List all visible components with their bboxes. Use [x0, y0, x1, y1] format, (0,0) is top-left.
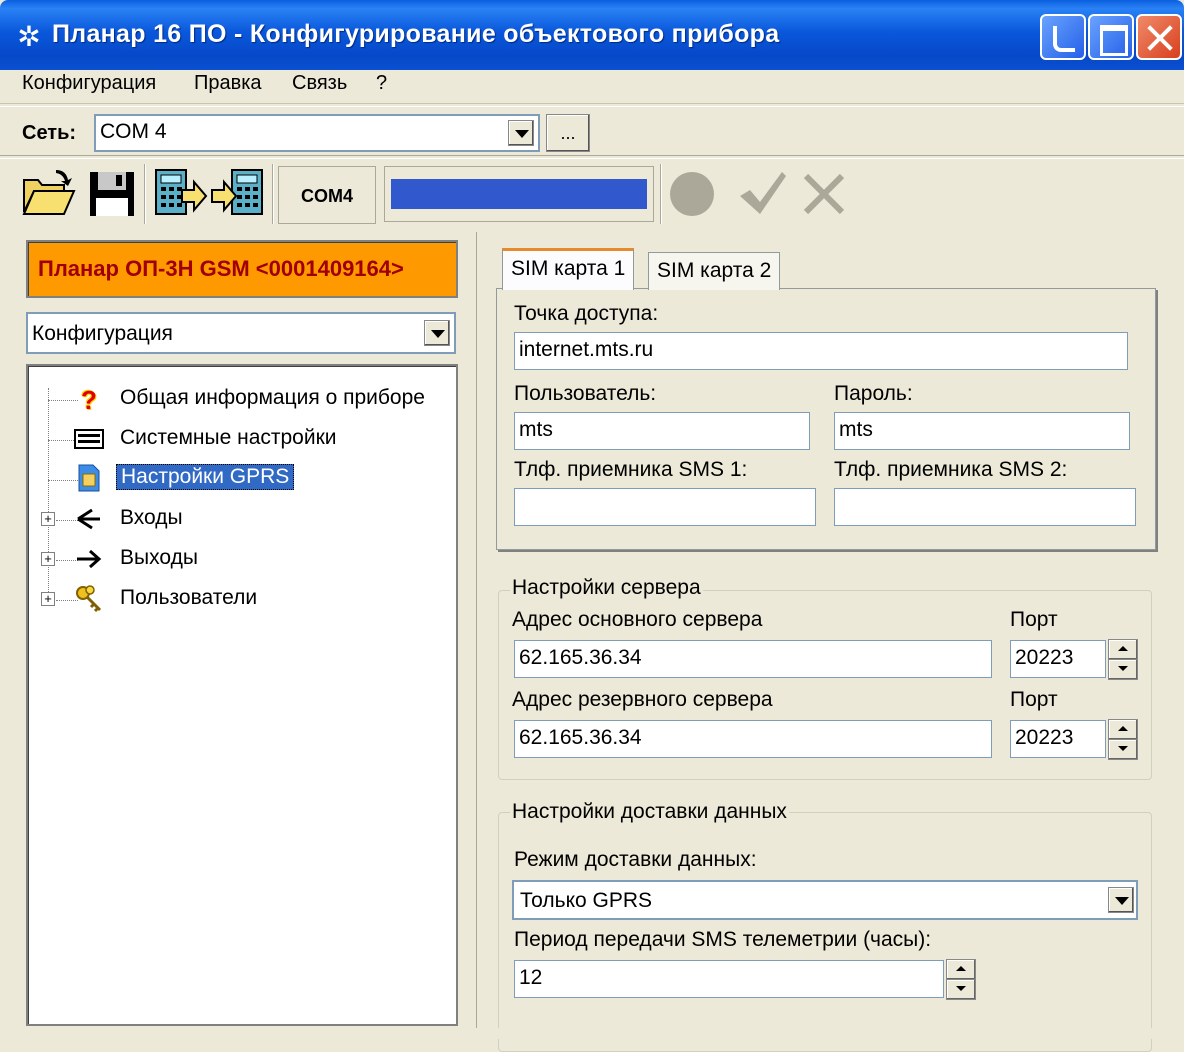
- backup-server-input[interactable]: 62.165.36.34: [514, 720, 992, 758]
- tree-item-inputs[interactable]: Входы: [120, 506, 183, 530]
- main-port-label: Порт: [1010, 608, 1058, 631]
- menu-bar: [0, 70, 1184, 104]
- sms2-input[interactable]: [834, 488, 1136, 526]
- spin-down-icon[interactable]: [946, 979, 976, 1000]
- maximize-button[interactable]: [1088, 14, 1134, 60]
- close-button[interactable]: [1136, 14, 1182, 60]
- chevron-down-icon[interactable]: [508, 120, 534, 146]
- expand-plus-icon[interactable]: +: [41, 512, 55, 526]
- question-icon: ?: [81, 385, 97, 415]
- expand-plus-icon[interactable]: +: [41, 552, 55, 566]
- input-icon: [74, 506, 104, 532]
- access-point-input[interactable]: internet.mts.ru: [514, 332, 1128, 370]
- tree-line: [48, 480, 78, 481]
- network-label: Сеть:: [22, 122, 77, 144]
- backup-port-stepper[interactable]: [1108, 719, 1138, 760]
- tab-sim-card-1[interactable]: SIM карта 1: [502, 248, 635, 290]
- view-select-value: Конфигурация: [32, 322, 173, 345]
- tree-item-general-info[interactable]: Общая информация о приборе: [120, 386, 425, 410]
- tab-sim-card-2[interactable]: SIM карта 2: [648, 252, 781, 290]
- config-tree[interactable]: ? Общая информация о приборе Системные н…: [26, 364, 458, 1026]
- app-gear-icon: ✲: [17, 21, 41, 52]
- spin-up-icon[interactable]: [1108, 719, 1138, 740]
- main-server-label: Адрес основного сервера: [512, 608, 763, 631]
- device-read-icon[interactable]: [152, 166, 208, 222]
- menu-help[interactable]: ?: [376, 72, 387, 95]
- view-select[interactable]: Конфигурация: [26, 312, 456, 354]
- toolbar-separator: [144, 164, 146, 224]
- backup-server-label: Адрес резервного сервера: [512, 688, 773, 711]
- sms-period-input[interactable]: 12: [514, 960, 944, 998]
- save-disk-icon[interactable]: [84, 166, 140, 222]
- main-port-stepper[interactable]: [1108, 639, 1138, 680]
- backup-port-input[interactable]: 20223: [1010, 720, 1106, 758]
- delivery-settings-title: Настройки доставки данных: [510, 800, 789, 824]
- password-input[interactable]: mts: [834, 412, 1130, 450]
- menu-connection[interactable]: Связь: [292, 72, 347, 95]
- network-value: COM 4: [100, 120, 167, 143]
- chevron-down-icon[interactable]: [1108, 887, 1134, 913]
- spin-down-icon[interactable]: [1108, 739, 1138, 760]
- spin-down-icon[interactable]: [1108, 659, 1138, 680]
- access-point-label: Точка доступа:: [514, 302, 659, 325]
- tree-line: [48, 400, 78, 401]
- network-browse-button[interactable]: ...: [546, 114, 590, 152]
- server-settings-title: Настройки сервера: [510, 576, 703, 600]
- com-port-indicator: COM4: [278, 166, 376, 224]
- spin-up-icon[interactable]: [1108, 639, 1138, 660]
- main-port-input[interactable]: 20223: [1010, 640, 1106, 678]
- network-select[interactable]: COM 4: [94, 114, 540, 152]
- window-title: Планар 16 ПО - Конфигурирование объектов…: [52, 20, 780, 48]
- sms-period-stepper[interactable]: [946, 959, 976, 1000]
- tree-item-system-settings[interactable]: Системные настройки: [120, 426, 337, 450]
- menu-edit[interactable]: Правка: [194, 72, 262, 95]
- sms2-label: Тлф. приемника SMS 2:: [834, 458, 1068, 481]
- device-write-icon[interactable]: [210, 166, 266, 222]
- sim-card-icon: [78, 464, 100, 492]
- password-label: Пароль:: [834, 382, 913, 405]
- arrow-right-icon: [74, 546, 104, 572]
- backup-port-label: Порт: [1010, 688, 1058, 711]
- progress-fill: [391, 179, 647, 209]
- sms1-input[interactable]: [514, 488, 816, 526]
- tree-item-users[interactable]: Пользователи: [120, 586, 257, 610]
- window-bottom-edge: [0, 1028, 1184, 1039]
- record-circle-icon[interactable]: [664, 166, 720, 222]
- keyboard-icon: [74, 428, 104, 450]
- cancel-x-icon[interactable]: [796, 166, 852, 222]
- sms1-label: Тлф. приемника SMS 1:: [514, 458, 748, 481]
- menu-configuration[interactable]: Конфигурация: [22, 72, 156, 95]
- minimize-button[interactable]: [1040, 14, 1086, 60]
- panel-splitter[interactable]: [466, 232, 474, 1039]
- toolbar-separator: [272, 164, 274, 224]
- main-server-input[interactable]: 62.165.36.34: [514, 640, 992, 678]
- chevron-down-icon[interactable]: [424, 320, 450, 346]
- delivery-mode-label: Режим доставки данных:: [514, 848, 757, 871]
- tree-item-outputs[interactable]: Выходы: [120, 546, 198, 570]
- keys-icon: [74, 584, 106, 614]
- user-label: Пользователь:: [514, 382, 657, 405]
- open-folder-icon[interactable]: [20, 166, 76, 222]
- toolbar-separator: [660, 164, 662, 224]
- user-input[interactable]: mts: [514, 412, 810, 450]
- spin-up-icon[interactable]: [946, 959, 976, 980]
- tree-line: [48, 388, 49, 602]
- sms-period-label: Период передачи SMS телеметрии (часы):: [514, 928, 932, 951]
- tree-item-gprs-settings[interactable]: Настройки GPRS: [116, 464, 295, 490]
- progress-bar: [384, 166, 654, 222]
- checkmark-icon[interactable]: [734, 166, 790, 222]
- delivery-mode-select[interactable]: Только GPRS: [512, 880, 1138, 920]
- delivery-mode-value: Только GPRS: [520, 889, 653, 912]
- expand-plus-icon[interactable]: +: [41, 592, 55, 606]
- device-title: Планар ОП-3Н GSM <0001409164>: [26, 240, 458, 298]
